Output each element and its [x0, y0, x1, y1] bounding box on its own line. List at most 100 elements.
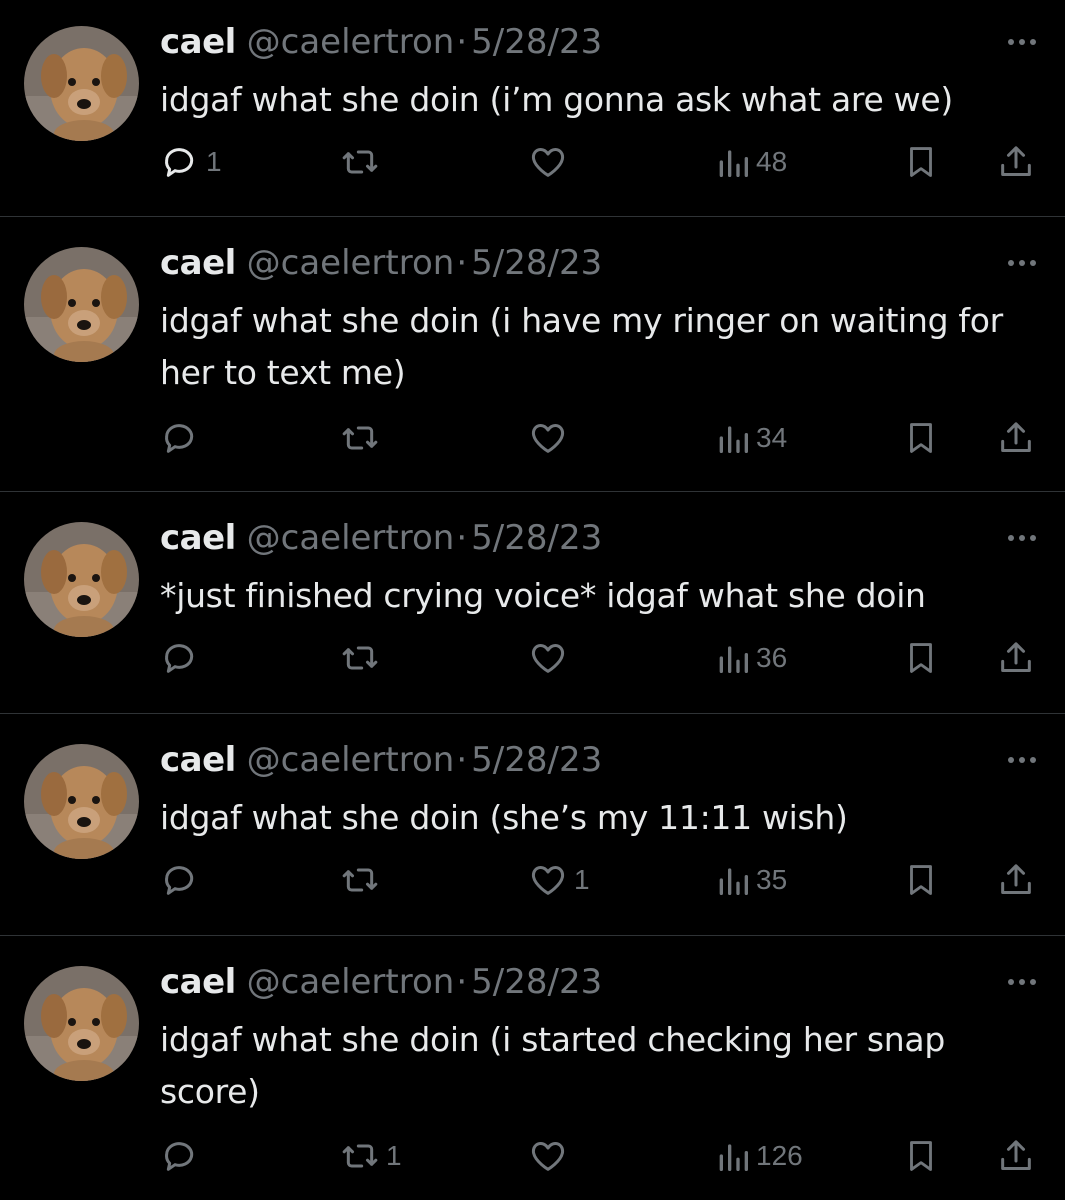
retweet-icon	[342, 1144, 378, 1168]
separator: ·	[456, 22, 468, 62]
tweet-actions: 34	[0, 414, 1065, 462]
like-button[interactable]	[528, 138, 574, 186]
like-button[interactable]	[528, 1132, 574, 1180]
avatar[interactable]	[24, 26, 139, 141]
divider	[0, 216, 1065, 217]
tweet-text: idgaf what she doin (i started checking …	[160, 1020, 945, 1111]
share-icon	[1001, 422, 1031, 452]
avatar[interactable]	[24, 744, 139, 859]
tweet-date[interactable]: 5/28/23	[471, 740, 602, 780]
avatar-dog-image	[24, 522, 139, 637]
tweet[interactable]: cael @caelertron· 5/28/23 idgaf what she …	[0, 718, 1065, 934]
retweet-icon	[342, 426, 378, 450]
views-button[interactable]: 36	[716, 634, 787, 682]
display-name[interactable]: cael	[160, 243, 236, 283]
tweet[interactable]: cael @caelertron· 5/28/23 idgaf what she …	[0, 940, 1065, 1200]
more-icon[interactable]	[1005, 748, 1039, 772]
avatar-dog-image	[24, 26, 139, 141]
retweet-icon	[342, 646, 378, 670]
display-name[interactable]: cael	[160, 518, 236, 558]
views-button[interactable]: 48	[716, 138, 787, 186]
reply-icon	[165, 1142, 194, 1171]
share-button[interactable]	[996, 138, 1036, 186]
user-handle[interactable]: @caelertron	[247, 22, 455, 62]
avatar[interactable]	[24, 966, 139, 1081]
views-icon	[719, 646, 748, 673]
tweet-text: idgaf what she doin (she’s my 11:11 wish…	[160, 798, 848, 837]
share-icon	[1001, 864, 1031, 894]
more-icon[interactable]	[1005, 251, 1039, 275]
like-button[interactable]	[528, 634, 574, 682]
reply-button[interactable]	[160, 1132, 206, 1180]
share-icon	[1001, 642, 1031, 672]
tweet-header: cael @caelertron· 5/28/23	[160, 20, 602, 64]
tweet-date[interactable]: 5/28/23	[471, 22, 602, 62]
share-button[interactable]	[996, 634, 1036, 682]
view-count: 36	[756, 642, 788, 673]
bookmark-button[interactable]	[902, 634, 940, 682]
tweet-header: cael @caelertron· 5/28/23	[160, 516, 602, 560]
retweet-button[interactable]	[340, 414, 386, 462]
separator: ·	[456, 740, 468, 780]
view-count: 34	[756, 422, 788, 453]
like-button[interactable]: 1	[528, 856, 590, 904]
view-count: 35	[756, 864, 788, 895]
reply-button[interactable]: 1	[160, 138, 222, 186]
display-name[interactable]: cael	[160, 22, 236, 62]
tweet-actions: 36	[0, 634, 1065, 682]
reply-count: 1	[206, 146, 222, 177]
more-icon[interactable]	[1005, 970, 1039, 994]
bookmark-button[interactable]	[902, 1132, 940, 1180]
views-icon	[719, 426, 748, 453]
user-handle[interactable]: @caelertron	[247, 243, 455, 283]
retweet-count: 1	[386, 1140, 402, 1171]
separator: ·	[456, 518, 468, 558]
display-name[interactable]: cael	[160, 962, 236, 1002]
user-handle[interactable]: @caelertron	[247, 518, 455, 558]
tweet-date[interactable]: 5/28/23	[471, 243, 602, 283]
tweet[interactable]: cael @caelertron· 5/28/23 idgaf what she …	[0, 221, 1065, 491]
view-count: 48	[756, 146, 788, 177]
bookmark-button[interactable]	[902, 138, 940, 186]
like-button[interactable]	[528, 414, 574, 462]
bookmark-icon	[910, 1141, 932, 1171]
views-icon	[719, 150, 748, 177]
heart-icon	[531, 866, 565, 895]
reply-icon	[165, 424, 194, 453]
more-icon[interactable]	[1005, 526, 1039, 550]
tweet-feed: cael @caelertron· 5/28/23 idgaf what she …	[0, 0, 1065, 1200]
reply-button[interactable]	[160, 856, 206, 904]
tweet[interactable]: cael @caelertron· 5/28/23 idgaf what she …	[0, 0, 1065, 216]
heart-icon	[531, 424, 565, 453]
retweet-button[interactable]	[340, 856, 386, 904]
divider	[0, 491, 1065, 492]
user-handle[interactable]: @caelertron	[247, 962, 455, 1002]
reply-button[interactable]	[160, 634, 206, 682]
reply-icon	[165, 866, 194, 895]
retweet-button[interactable]	[340, 138, 386, 186]
retweet-button[interactable]: 1	[340, 1132, 402, 1180]
heart-icon	[531, 148, 565, 177]
share-button[interactable]	[996, 856, 1036, 904]
bookmark-button[interactable]	[902, 856, 940, 904]
tweet-actions: 1 35	[0, 856, 1065, 904]
share-icon	[1001, 1140, 1031, 1170]
retweet-button[interactable]	[340, 634, 386, 682]
views-button[interactable]: 34	[716, 414, 787, 462]
retweet-icon	[342, 150, 378, 174]
share-button[interactable]	[996, 414, 1036, 462]
bookmark-button[interactable]	[902, 414, 940, 462]
views-icon	[719, 1144, 748, 1171]
views-button[interactable]: 35	[716, 856, 787, 904]
display-name[interactable]: cael	[160, 740, 236, 780]
tweet-date[interactable]: 5/28/23	[471, 962, 602, 1002]
share-button[interactable]	[996, 1132, 1036, 1180]
tweet-date[interactable]: 5/28/23	[471, 518, 602, 558]
avatar[interactable]	[24, 247, 139, 362]
views-button[interactable]: 126	[716, 1132, 803, 1180]
avatar[interactable]	[24, 522, 139, 637]
tweet[interactable]: cael @caelertron· 5/28/23 *just finished …	[0, 496, 1065, 712]
reply-button[interactable]	[160, 414, 206, 462]
more-icon[interactable]	[1005, 30, 1039, 54]
user-handle[interactable]: @caelertron	[247, 740, 455, 780]
